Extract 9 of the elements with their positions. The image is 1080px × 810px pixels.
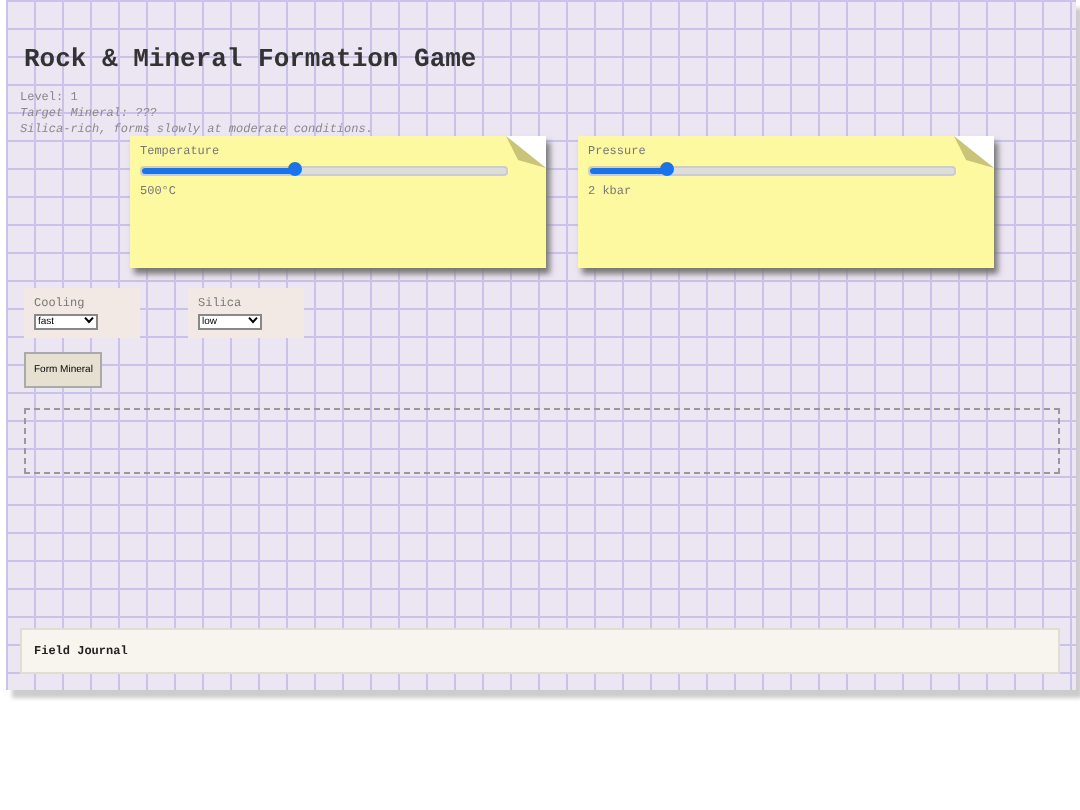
slider-thumb[interactable] xyxy=(660,162,675,176)
caret-icon xyxy=(248,316,258,324)
slider-track[interactable] xyxy=(140,166,508,176)
slider-track[interactable] xyxy=(588,166,956,176)
folded-corner-icon xyxy=(954,136,994,168)
folded-corner-icon xyxy=(506,136,546,168)
slider-thumb[interactable] xyxy=(288,162,303,176)
caret-icon xyxy=(84,316,94,324)
game-title: Rock & Mineral Formation Game xyxy=(24,44,479,74)
